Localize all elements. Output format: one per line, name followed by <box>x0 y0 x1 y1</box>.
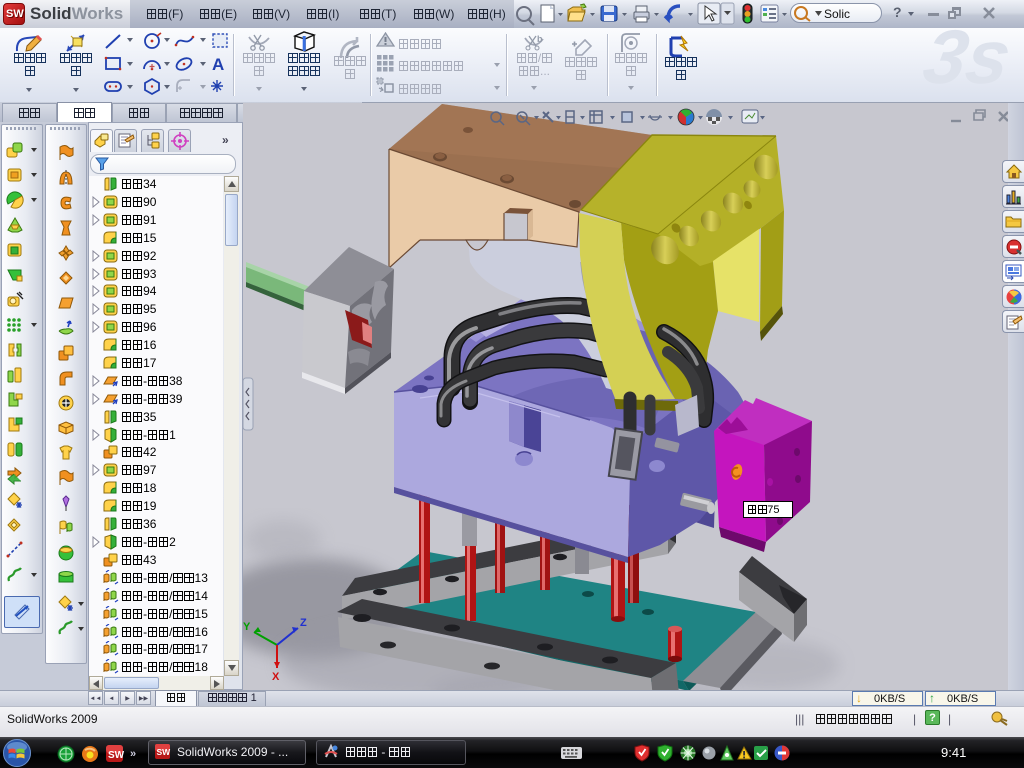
svg-text:SW: SW <box>157 747 172 757</box>
svg-text:SW: SW <box>108 750 125 761</box>
svg-text:»: » <box>130 748 136 760</box>
svg-text:b: b <box>537 34 543 44</box>
svg-text:Y: Y <box>243 621 251 633</box>
svg-text:X: X <box>272 671 280 683</box>
svg-text:Z: Z <box>300 617 307 629</box>
svg-text:A: A <box>212 55 224 74</box>
